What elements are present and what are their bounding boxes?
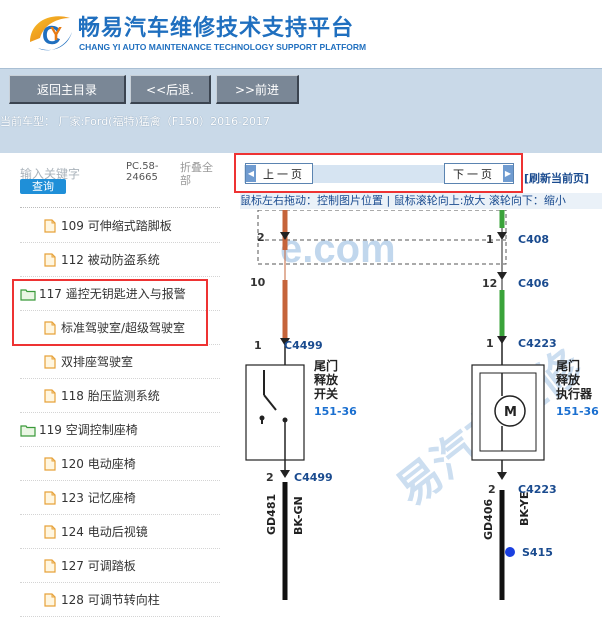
document-icon	[44, 218, 56, 233]
tree-file-item[interactable]: 双排座驾驶室	[20, 345, 220, 379]
connector-arrow-icon	[497, 336, 507, 344]
left-pin-4: 2	[266, 471, 274, 484]
folder-icon	[20, 424, 36, 437]
right-page-ref[interactable]: 151-36	[556, 405, 599, 418]
connector-arrow-icon	[280, 470, 290, 478]
document-icon	[44, 252, 56, 267]
left-pin-2: 10	[250, 276, 266, 289]
tree-item-label: 120 电动座椅	[61, 457, 136, 471]
tree-item-label: 112 被动防盗系统	[61, 253, 160, 267]
document-icon	[44, 354, 56, 369]
header: C Y 畅易汽车维修技术支持平台 CHANG YI AUTO MAINTENAN…	[0, 0, 602, 68]
highlight-box	[12, 279, 208, 346]
right-connector-1: C408	[518, 233, 549, 246]
pc-code: PC.58-24665	[126, 161, 159, 183]
toolbar: 返回主目录 <<后退. >>前进	[0, 68, 602, 113]
right-connector-2: C406	[518, 277, 549, 290]
toolbar-band	[0, 131, 602, 153]
watermark-url: e.com	[280, 227, 396, 271]
tree-file-item[interactable]: 123 记忆座椅	[20, 481, 220, 515]
divider	[20, 207, 220, 208]
right-wire-code-2: BK-YE	[518, 492, 531, 526]
search-button[interactable]: 查询	[20, 179, 66, 194]
splice-label: S415	[522, 546, 553, 559]
left-component-name-2: 释放	[314, 372, 339, 387]
tree-item-label: 118 胎压监测系统	[61, 389, 160, 403]
left-component-name-3: 开关	[314, 386, 338, 401]
wiring-diagram[interactable]: e.com 易汽车维修 2 10 1 C4499 2 C4499 尾门 释放 开…	[240, 210, 602, 600]
refresh-link[interactable]: [刷新当前页]	[524, 170, 589, 186]
left-connector-bottom: C4499	[294, 471, 333, 484]
tree-file-item[interactable]: 124 电动后视镜	[20, 515, 220, 549]
switch-node-icon	[282, 417, 288, 423]
home-button[interactable]: 返回主目录	[9, 75, 126, 104]
right-pin-2: 12	[482, 277, 497, 290]
tree-item-label: 124 电动后视镜	[61, 525, 148, 539]
tree-file-item[interactable]: 128 可调节转向柱	[20, 583, 220, 617]
right-connector-3: C4223	[518, 337, 557, 350]
switch-component[interactable]	[245, 364, 305, 461]
splice-point-icon	[505, 547, 515, 557]
left-wire-code-2: BK-GN	[292, 496, 305, 535]
forward-button[interactable]: >>前进	[216, 75, 299, 104]
document-icon	[44, 490, 56, 505]
switch-node-icon	[259, 415, 265, 421]
nav-highlight-box	[234, 153, 523, 193]
right-component-name-3: 执行器	[556, 386, 593, 401]
document-icon	[44, 456, 56, 471]
tree-folder-item[interactable]: 119 空调控制座椅	[20, 413, 220, 447]
document-icon	[44, 524, 56, 539]
tree-file-item[interactable]: 112 被动防盗系统	[20, 243, 220, 277]
right-pin-3: 1	[486, 337, 494, 350]
right-component-name-1: 尾门	[556, 358, 580, 373]
tree-file-item[interactable]: 127 可调踏板	[20, 549, 220, 583]
tree-file-item[interactable]: 109 可伸缩式踏脚板	[20, 209, 220, 243]
document-icon	[44, 558, 56, 573]
tree-file-item[interactable]: 118 胎压监测系统	[20, 379, 220, 413]
left-wire-code-1: GD481	[265, 494, 278, 535]
connector-arrow-icon	[497, 272, 507, 280]
brand-subtitle: CHANG YI AUTO MAINTENANCE TECHNOLOGY SUP…	[79, 42, 367, 52]
left-component-name-1: 尾门	[314, 358, 338, 373]
right-wire-code-1: GD406	[482, 499, 495, 540]
brand-title: 畅易汽车维修技术支持平台	[78, 16, 355, 41]
tree-item-label: 双排座驾驶室	[61, 355, 134, 369]
left-pin-1: 2	[257, 231, 265, 244]
tree-item-label: 123 记忆座椅	[61, 491, 136, 505]
tree-item-label: 127 可调踏板	[61, 559, 136, 573]
viewer-hint: 鼠标左右拖动：控制图片位置 | 鼠标滚轮向上:放大 滚轮向下：缩小	[240, 193, 602, 209]
back-button[interactable]: <<后退.	[130, 75, 211, 104]
left-pin-3: 1	[254, 339, 262, 352]
tree-item-label: 119 空调控制座椅	[39, 423, 138, 437]
right-pin-1: 1	[486, 233, 494, 246]
current-vehicle: 当前车型： 厂家:Ford(福特)猛禽（F150）2016-2017	[0, 113, 602, 131]
tree-file-item[interactable]: 120 电动座椅	[20, 447, 220, 481]
left-connector-top: C4499	[284, 339, 323, 352]
brand-logo-icon: C Y	[30, 16, 72, 51]
document-icon	[44, 388, 56, 403]
fold-all-link[interactable]: 折叠全部	[180, 161, 220, 187]
left-page-ref[interactable]: 151-36	[314, 405, 357, 418]
svg-text:Y: Y	[50, 24, 62, 44]
right-component-name-2: 释放	[556, 372, 581, 387]
motor-label: M	[504, 405, 517, 420]
tree-item-label: 109 可伸缩式踏脚板	[61, 219, 172, 233]
right-pin-4: 2	[488, 483, 496, 496]
connector-arrow-icon	[497, 472, 507, 480]
